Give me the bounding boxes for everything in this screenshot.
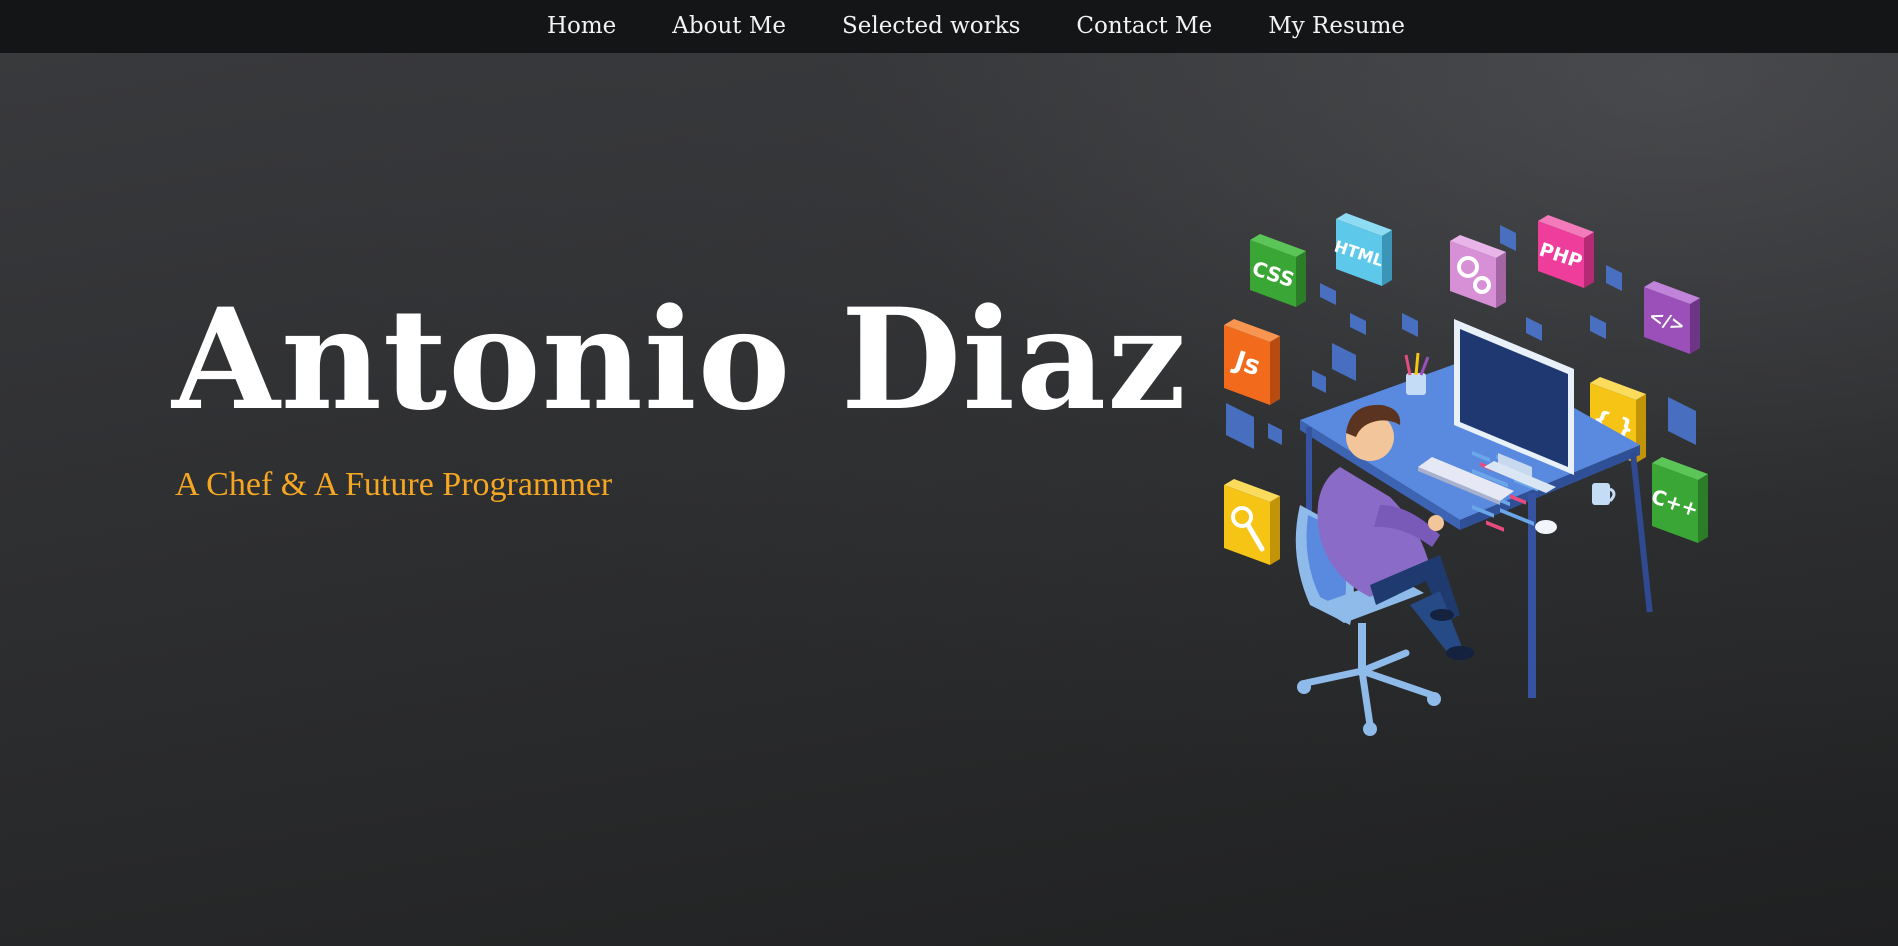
js-badge-icon: Js xyxy=(1224,319,1280,405)
coffee-mug xyxy=(1592,483,1616,505)
cpp-badge-icon: C++ xyxy=(1648,457,1708,543)
css-badge-icon: CSS xyxy=(1249,234,1306,307)
gears-badge-icon xyxy=(1450,235,1506,308)
nav-contact-link[interactable]: Contact Me xyxy=(1048,0,1240,53)
search-badge-icon xyxy=(1224,479,1280,565)
programmer-illustration: CSS HTML PHP </> Js {} C++ xyxy=(1224,213,1708,736)
php-badge-icon: PHP xyxy=(1536,215,1594,288)
nav-home-link[interactable]: Home xyxy=(519,0,644,53)
mouse xyxy=(1535,520,1557,534)
pencil-cup xyxy=(1404,352,1430,395)
hero-name-heading: Antonio Diaz xyxy=(172,277,1188,441)
nav-works-link[interactable]: Selected works xyxy=(814,0,1048,53)
nav-about-link[interactable]: About Me xyxy=(644,0,814,53)
nav-resume-link[interactable]: My Resume xyxy=(1240,0,1433,53)
code-badge-icon: </> xyxy=(1644,281,1700,354)
hero-tagline: A Chef & A Future Programmer xyxy=(175,466,613,503)
top-navbar: Home About Me Selected works Contact Me … xyxy=(0,0,1898,53)
html-badge-icon: HTML xyxy=(1332,213,1392,286)
